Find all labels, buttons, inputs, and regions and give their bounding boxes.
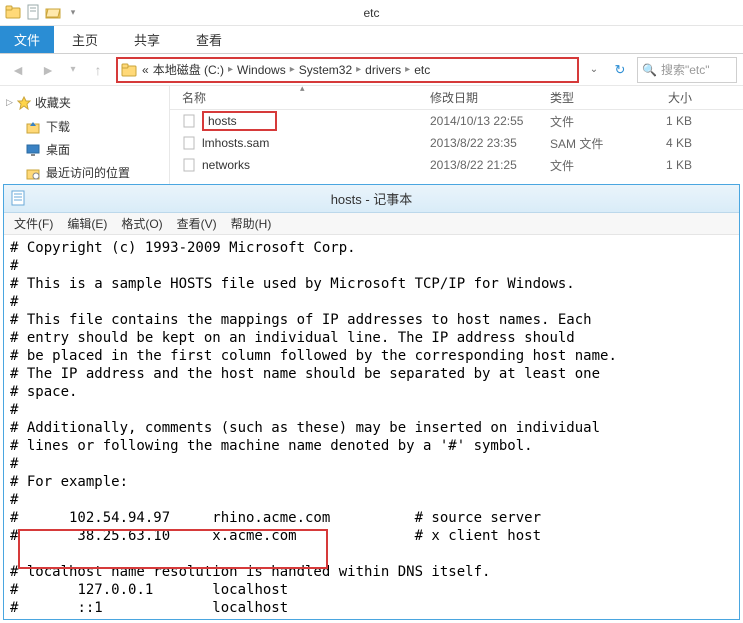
breadcrumb-part[interactable]: System32 <box>299 63 352 77</box>
column-header-size[interactable]: 大小 <box>630 89 700 106</box>
sort-asc-icon: ▴ <box>300 86 305 94</box>
file-size: 4 KB <box>630 136 700 150</box>
recent-icon <box>26 166 40 180</box>
tab-share[interactable]: 共享 <box>116 26 178 53</box>
search-input[interactable]: 🔍 搜索"etc" <box>637 57 737 83</box>
folder-icon <box>118 62 140 78</box>
explorer-window: ▾ etc 文件 主页 共享 查看 ◄ ► ▾ ↑ « 本地磁盘 (C:) ▸ W… <box>0 0 743 206</box>
chevron-right-icon: ▸ <box>405 64 410 75</box>
notepad-titlebar: hosts - 记事本 <box>4 185 739 213</box>
breadcrumb-part[interactable]: 本地磁盘 (C:) <box>153 61 224 78</box>
address-bar[interactable]: « 本地磁盘 (C:) ▸ Windows ▸ System32 ▸ drivers ▸… <box>116 57 579 83</box>
chevron-right-icon: ▷ <box>6 97 13 108</box>
file-type: SAM 文件 <box>550 135 630 152</box>
tab-file[interactable]: 文件 <box>0 26 54 53</box>
sidebar-item-downloads[interactable]: 下载 <box>6 115 163 138</box>
column-header-date[interactable]: 修改日期 <box>430 89 550 106</box>
sidebar-item-label: 桌面 <box>46 141 70 158</box>
download-icon <box>26 120 40 134</box>
col-label: 名称 <box>182 91 206 105</box>
sidebar-item-desktop[interactable]: 桌面 <box>6 138 163 161</box>
file-icon <box>182 114 196 128</box>
file-name: networks <box>202 158 250 172</box>
open-folder-icon[interactable] <box>44 3 62 21</box>
sidebar-item-label: 下载 <box>46 118 70 135</box>
menu-view[interactable]: 查看(V) <box>171 215 223 232</box>
menu-file[interactable]: 文件(F) <box>8 215 59 232</box>
window-title: etc <box>363 6 379 20</box>
file-date: 2013/8/22 21:25 <box>430 158 550 172</box>
refresh-button[interactable]: ↻ <box>609 62 631 78</box>
breadcrumb-prefix: « <box>142 63 149 77</box>
chevron-right-icon: ▸ <box>290 64 295 75</box>
file-type: 文件 <box>550 113 630 130</box>
chevron-right-icon: ▸ <box>356 64 361 75</box>
search-icon: 🔍 <box>642 63 657 77</box>
file-size: 1 KB <box>630 158 700 172</box>
menu-edit[interactable]: 编辑(E) <box>61 215 113 232</box>
file-size: 1 KB <box>630 114 700 128</box>
notepad-textarea[interactable]: # Copyright (c) 1993-2009 Microsoft Corp… <box>4 235 739 619</box>
quick-access-toolbar: ▾ <box>4 3 82 21</box>
address-dropdown[interactable]: ⌄ <box>585 64 603 75</box>
notepad-window: hosts - 记事本 文件(F) 编辑(E) 格式(O) 查看(V) 帮助(H… <box>3 184 740 620</box>
notepad-menubar: 文件(F) 编辑(E) 格式(O) 查看(V) 帮助(H) <box>4 213 739 235</box>
notepad-icon <box>10 190 26 206</box>
nav-back-button[interactable]: ◄ <box>6 58 30 82</box>
ribbon-tabs: 文件 主页 共享 查看 <box>0 26 743 54</box>
nav-up-button[interactable]: ↑ <box>86 58 110 82</box>
dropdown-icon[interactable]: ▾ <box>64 3 82 21</box>
column-headers: ▴ 名称 修改日期 类型 大小 <box>170 86 743 110</box>
sidebar-item-label: 最近访问的位置 <box>46 164 130 181</box>
file-row-networks[interactable]: networks 2013/8/22 21:25 文件 1 KB <box>170 154 743 176</box>
file-row-hosts[interactable]: hosts 2014/10/13 22:55 文件 1 KB <box>170 110 743 132</box>
file-row-lmhosts[interactable]: lmhosts.sam 2013/8/22 23:35 SAM 文件 4 KB <box>170 132 743 154</box>
tab-home[interactable]: 主页 <box>54 26 116 53</box>
file-date: 2014/10/13 22:55 <box>430 114 550 128</box>
file-icon <box>182 158 196 172</box>
tab-view[interactable]: 查看 <box>178 26 240 53</box>
breadcrumb-part[interactable]: drivers <box>365 63 401 77</box>
nav-history-dropdown[interactable]: ▾ <box>66 58 80 82</box>
search-placeholder: 搜索"etc" <box>661 61 710 78</box>
sidebar-item-recent[interactable]: 最近访问的位置 <box>6 161 163 184</box>
breadcrumb-part[interactable]: etc <box>414 63 430 77</box>
star-icon <box>17 96 31 110</box>
explorer-titlebar: ▾ etc <box>0 0 743 26</box>
column-header-name[interactable]: ▴ 名称 <box>170 89 430 106</box>
file-name: hosts <box>202 111 277 131</box>
menu-format[interactable]: 格式(O) <box>115 215 168 232</box>
chevron-right-icon: ▸ <box>228 64 233 75</box>
address-bar-row: ◄ ► ▾ ↑ « 本地磁盘 (C:) ▸ Windows ▸ System32 ▸ … <box>0 54 743 86</box>
file-name: lmhosts.sam <box>202 136 269 150</box>
file-icon <box>182 136 196 150</box>
file-type: 文件 <box>550 157 630 174</box>
column-header-type[interactable]: 类型 <box>550 89 630 106</box>
sidebar-label: 收藏夹 <box>35 94 71 111</box>
nav-forward-button[interactable]: ► <box>36 58 60 82</box>
breadcrumb: « 本地磁盘 (C:) ▸ Windows ▸ System32 ▸ drivers ▸… <box>140 61 430 78</box>
breadcrumb-part[interactable]: Windows <box>237 63 286 77</box>
folder-icon <box>4 3 22 21</box>
sidebar-group-favorites[interactable]: ▷ 收藏夹 <box>6 94 163 111</box>
menu-help[interactable]: 帮助(H) <box>225 215 278 232</box>
properties-icon[interactable] <box>24 3 42 21</box>
file-date: 2013/8/22 23:35 <box>430 136 550 150</box>
desktop-icon <box>26 143 40 157</box>
notepad-title: hosts - 记事本 <box>331 189 413 208</box>
